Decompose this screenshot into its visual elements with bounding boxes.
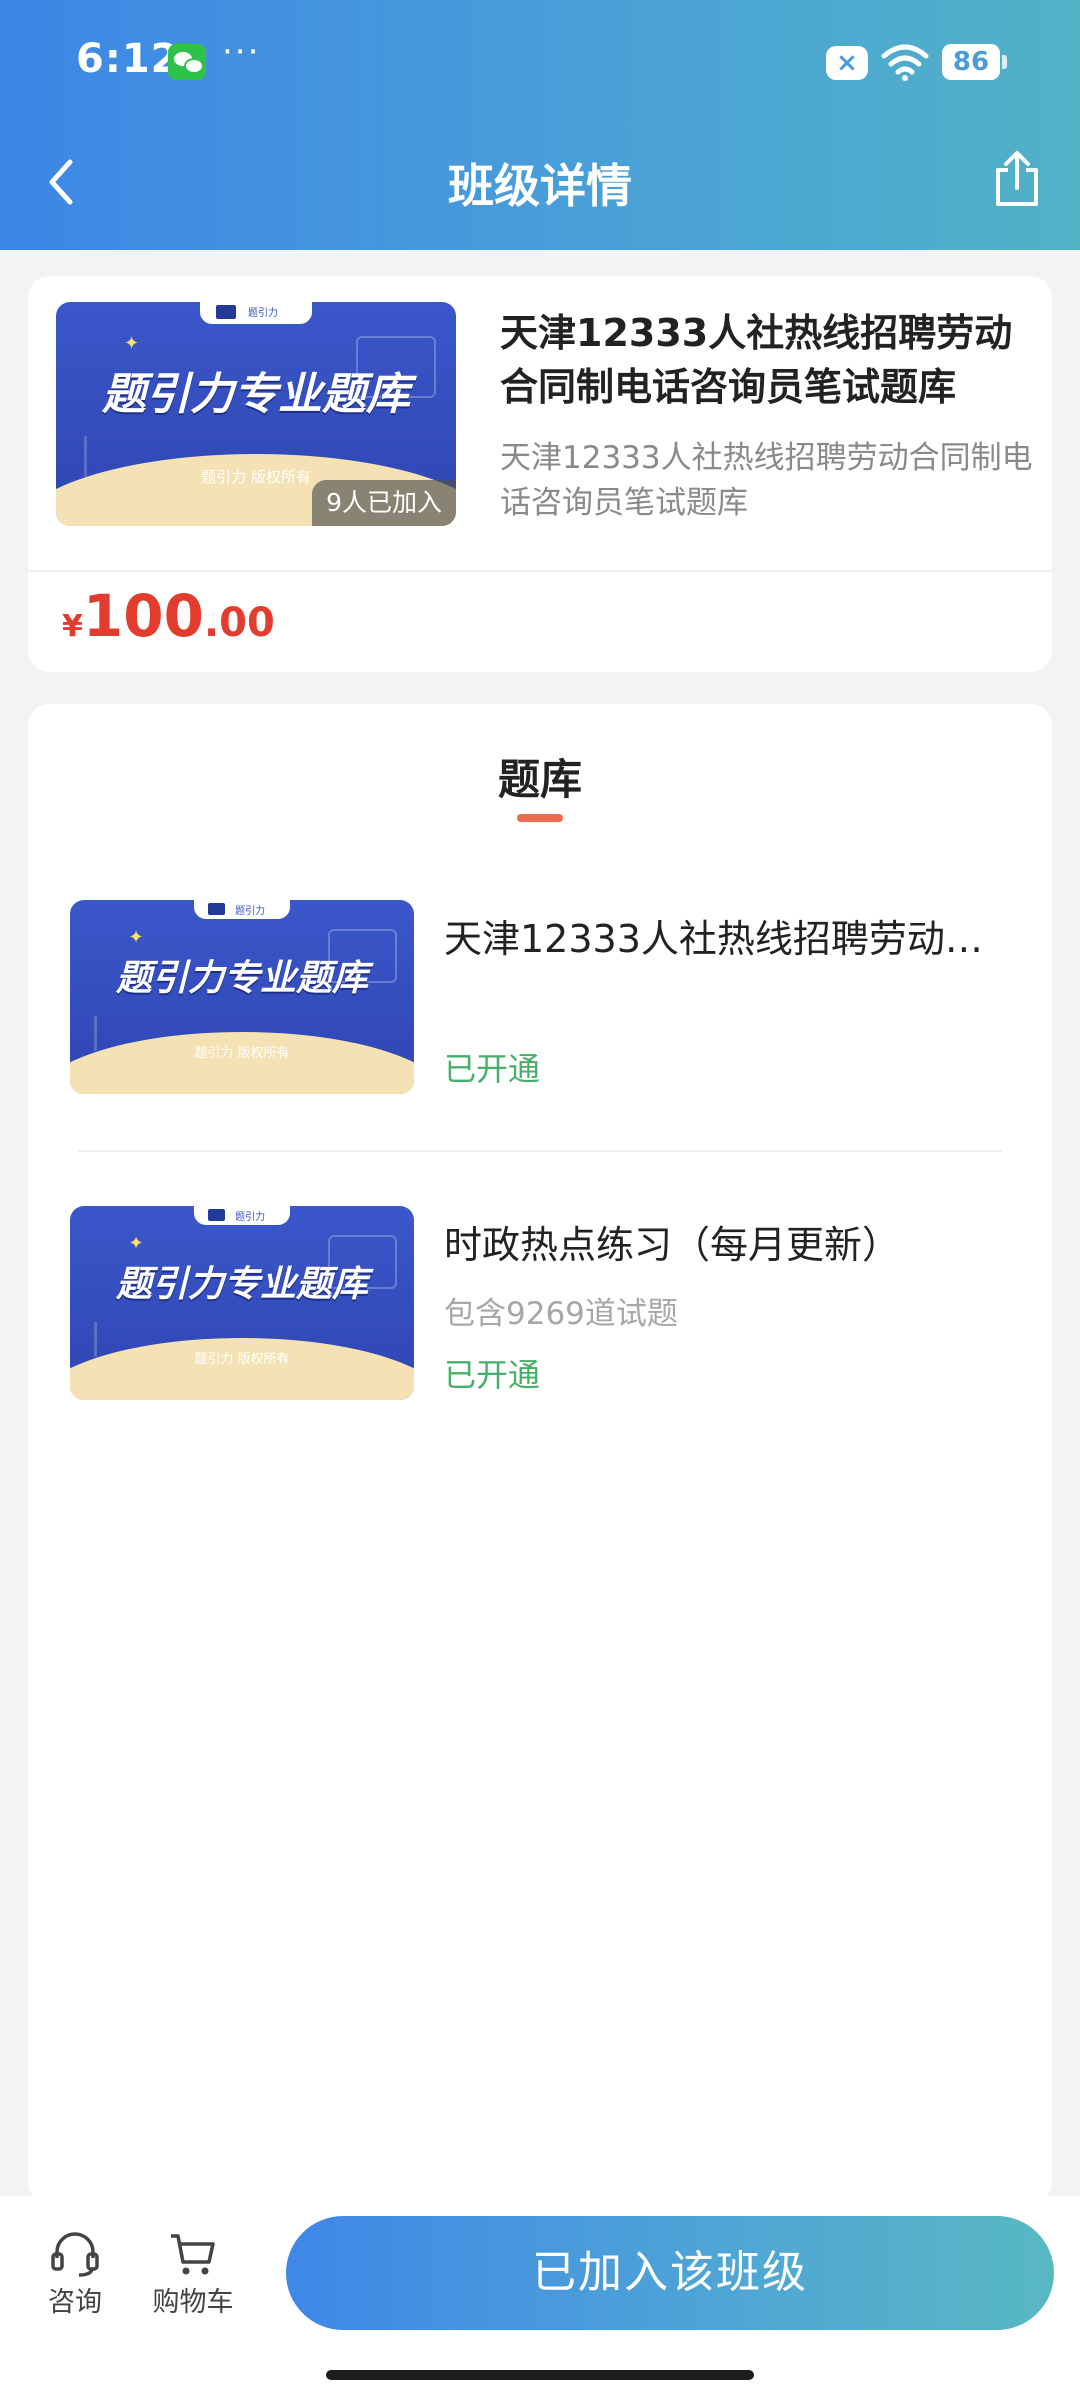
tab-indicator <box>517 814 563 822</box>
divider <box>78 1150 1002 1152</box>
course-summary-card: 题引力 ✦ 题引力专业题库 题引力 版权所有 9人已加入 天津12333人社热线… <box>28 276 1052 672</box>
star-icon: ✦ <box>128 1233 144 1255</box>
question-bank-card: 题库 题引力 ✦ 题引力专业题库 题引力 版权所有 天津12333人社热线招聘劳… <box>28 704 1052 2204</box>
cart-label: 购物车 <box>152 2287 234 2318</box>
course-cover-image: 题引力 ✦ 题引力专业题库 题引力 版权所有 9人已加入 <box>56 302 456 526</box>
price-currency: ¥ <box>62 609 83 644</box>
cart-icon <box>171 2234 215 2275</box>
joined-count-badge: 9人已加入 <box>312 480 456 526</box>
headset-icon <box>51 2232 99 2277</box>
brand-logo <box>207 1208 225 1221</box>
star-icon: ✦ <box>128 927 144 949</box>
price-decimal: .00 <box>203 600 275 646</box>
consult-button[interactable]: 咨询 <box>20 2230 130 2319</box>
status-x-badge: × <box>826 46 868 80</box>
cover-subtitle: 题引力 版权所有 <box>194 1351 290 1367</box>
item-status: 已开通 <box>444 1050 541 1088</box>
cart-button[interactable]: 购物车 <box>138 2230 248 2319</box>
brand-logo <box>216 305 236 319</box>
home-indicator[interactable] <box>326 2370 754 2380</box>
header: 6:12 ··· × 86 班级详情 <box>0 0 1080 250</box>
course-title: 天津12333人社热线招聘劳动合同制电话咨询员笔试题库 <box>500 311 1013 409</box>
page-title: 班级详情 <box>448 159 632 213</box>
item-status: 已开通 <box>444 1356 541 1394</box>
status-time: 6:12 <box>76 36 180 82</box>
brand-text: 题引力 <box>235 1211 266 1223</box>
item-cover-image: 题引力 ✦ 题引力专业题库 题引力 版权所有 <box>70 1206 414 1400</box>
brand-text: 题引力 <box>248 308 278 320</box>
share-icon[interactable] <box>992 150 1042 208</box>
star-icon: ✦ <box>124 333 140 355</box>
cover-subtitle: 题引力 版权所有 <box>194 1045 290 1061</box>
price-integer: 100 <box>82 582 204 650</box>
price: ¥100.00 <box>62 582 275 650</box>
joined-class-button[interactable]: 已加入该班级 <box>286 2216 1054 2330</box>
brand-logo <box>207 902 225 915</box>
item-cover-image: 题引力 ✦ 题引力专业题库 题引力 版权所有 <box>70 900 414 1094</box>
list-item[interactable]: 题引力 ✦ 题引力专业题库 题引力 版权所有 时政热点练习（每月更新） 包含92… <box>70 1206 1010 1406</box>
status-more-dots: ··· <box>222 32 261 72</box>
list-item[interactable]: 题引力 ✦ 题引力专业题库 题引力 版权所有 天津12333人社热线招聘劳动合同… <box>70 900 1010 1100</box>
cover-title: 题引力专业题库 <box>115 957 368 999</box>
wechat-icon <box>168 44 206 80</box>
divider <box>28 570 1052 572</box>
consult-label: 咨询 <box>48 2287 102 2318</box>
item-title: 天津12333人社热线招聘劳动合同制电话咨询员笔试题库 <box>444 917 1004 961</box>
battery-indicator: 86 <box>942 44 1007 80</box>
item-question-count: 包含9269道试题 <box>444 1296 678 1332</box>
tab-question-bank[interactable]: 题库 <box>28 746 1052 807</box>
wifi-icon <box>881 44 929 81</box>
course-description: 天津12333人社热线招聘劳动合同制电话咨询员笔试题库 <box>500 440 1033 521</box>
brand-text: 题引力 <box>235 905 266 917</box>
cover-title: 题引力专业题库 <box>115 1263 368 1305</box>
item-title: 时政热点练习（每月更新） <box>444 1223 901 1267</box>
cover-title: 题引力专业题库 <box>102 369 410 420</box>
